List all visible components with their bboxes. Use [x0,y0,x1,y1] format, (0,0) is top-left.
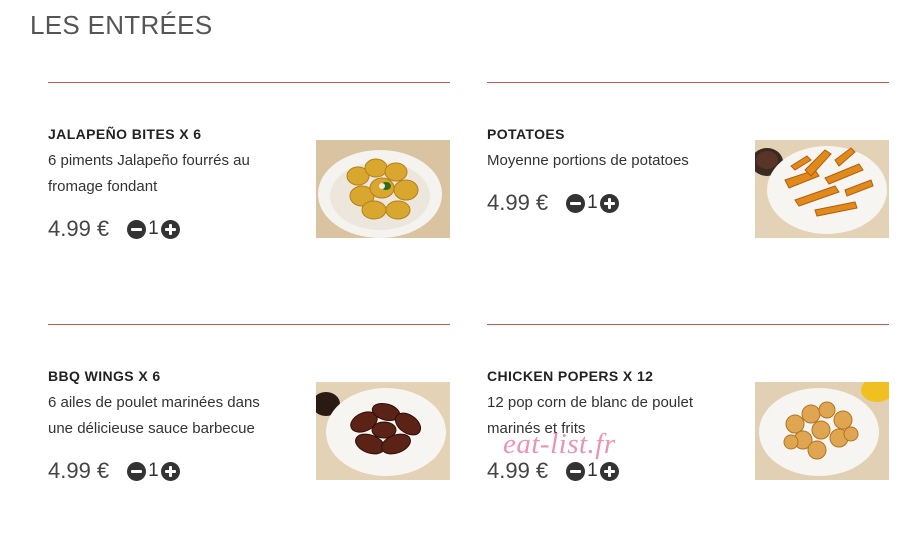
watermark-text: eat-list.fr [503,428,616,460]
product-description: 6 piments Jalapeño fourrés au fromage fo… [48,152,250,195]
decrease-quantity-button[interactable] [566,461,586,481]
divider [487,324,889,325]
product-card-potatoes: POTATOES Moyenne portions de potatoes 4.… [487,82,889,282]
quantity-value: 1 [148,218,159,239]
potatoes-photo [755,140,889,238]
product-card-chicken-popers: CHICKEN POPERS X 12 12 pop corn de blanc… [487,324,889,524]
product-name: POTATOES [487,126,565,142]
bbq-wings-photo [316,382,450,480]
quantity-value: 1 [587,192,598,213]
decrease-quantity-button[interactable] [127,461,147,481]
price-row: 4.99 € 1 [487,188,619,218]
price-row: 4.99 € 1 [48,456,180,486]
divider [48,82,450,83]
product-price: 4.99 € [48,216,110,241]
product-name: BBQ WINGS X 6 [48,368,161,384]
divider [487,82,889,83]
product-name: CHICKEN POPERS X 12 [487,368,654,384]
quantity-value: 1 [587,460,598,481]
price-row: 4.99 € 1 [48,214,180,244]
increase-quantity-button[interactable] [599,461,619,481]
chicken-popers-photo [755,382,889,480]
divider [48,324,450,325]
product-description: 6 ailes de poulet marinées dans une déli… [48,394,260,437]
increase-quantity-button[interactable] [599,193,619,213]
product-price: 4.99 € [487,190,549,215]
increase-quantity-button[interactable] [160,219,180,239]
jalapeno-bites-photo [316,140,450,238]
decrease-quantity-button[interactable] [566,193,586,213]
product-price: 4.99 € [487,458,549,483]
quantity-value: 1 [148,460,159,481]
product-price: 4.99 € [48,458,110,483]
product-card-jalapeno-bites: JALAPEÑO BITES X 6 6 piments Jalapeño fo… [48,82,450,282]
product-description: Moyenne portions de potatoes [487,152,689,169]
decrease-quantity-button[interactable] [127,219,147,239]
product-card-bbq-wings: BBQ WINGS X 6 6 ailes de poulet marinées… [48,324,450,524]
increase-quantity-button[interactable] [160,461,180,481]
product-name: JALAPEÑO BITES X 6 [48,126,202,142]
section-title: LES ENTRÉES [30,10,213,40]
